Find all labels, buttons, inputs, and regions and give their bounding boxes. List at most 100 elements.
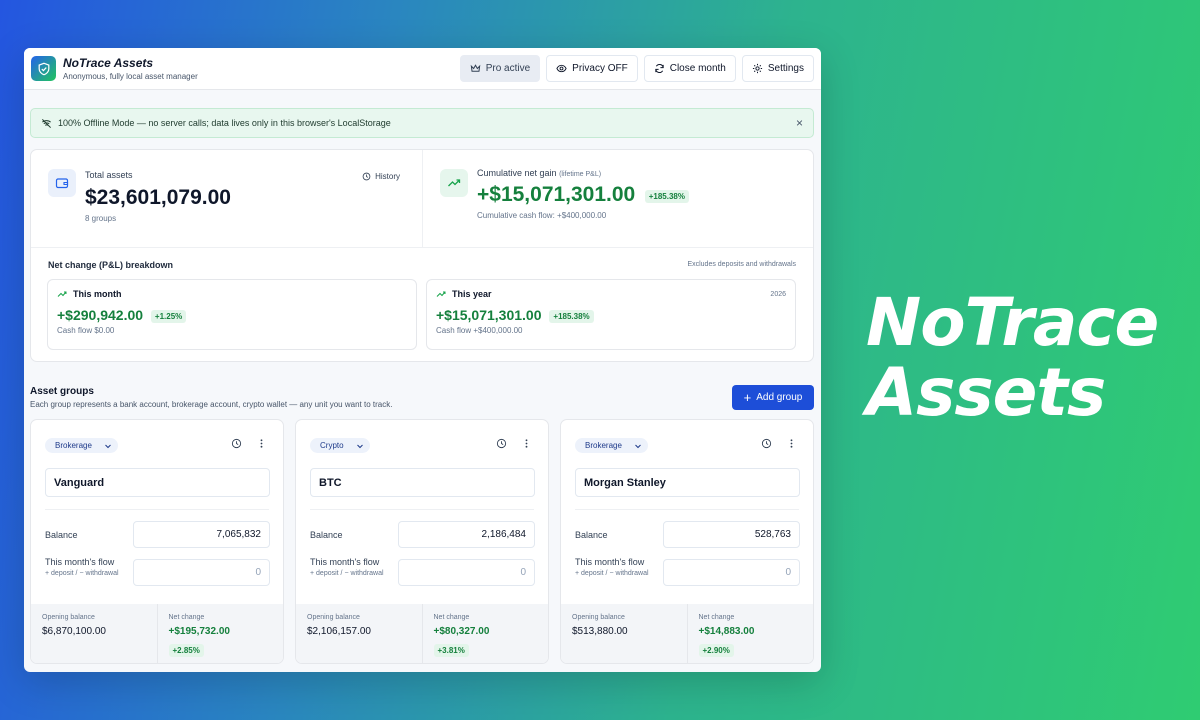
flow-hint: + deposit / − withdrawal — [45, 570, 119, 577]
this-year-label: This year — [452, 289, 492, 299]
this-year-percent-badge: +185.38% — [549, 309, 594, 323]
cumulative-cash-flow: Cumulative cash flow: +$400,000.00 — [477, 211, 607, 220]
balance-label: Balance — [575, 530, 608, 540]
group-type-value: Crypto — [320, 441, 344, 450]
flow-label: This month's flow — [45, 557, 115, 567]
total-assets-value: $23,601,079.00 — [85, 186, 231, 209]
app-window: NoTrace Assets Anonymous, fully local as… — [24, 48, 821, 672]
settings-button[interactable]: Settings — [741, 55, 814, 82]
asset-groups-subtitle: Each group represents a bank account, br… — [30, 400, 393, 409]
opening-balance-value: $513,880.00 — [572, 626, 628, 637]
history-icon[interactable] — [496, 438, 507, 449]
history-link[interactable]: History — [362, 172, 400, 181]
flow-label: This month's flow — [575, 557, 645, 567]
opening-balance-label: Opening balance — [572, 614, 625, 621]
this-month-card: This month +$290,942.00 +1.25% Cash flow… — [47, 279, 417, 350]
eye-icon — [556, 64, 567, 73]
net-change-value: +$14,883.00 — [698, 626, 755, 637]
group-type-value: Brokerage — [55, 441, 92, 450]
asset-group-card: Brokerage Vanguard Balance 7,065,832 Thi… — [30, 419, 284, 664]
history-icon[interactable] — [231, 438, 242, 449]
add-group-label: Add group — [756, 392, 803, 403]
wallet-icon — [48, 169, 76, 197]
group-type-value: Brokerage — [585, 441, 622, 450]
net-change-label: Net change — [698, 614, 735, 621]
summary-card: Total assets $23,601,079.00 8 groups His… — [30, 149, 814, 362]
chevron-down-icon — [635, 444, 641, 448]
more-options-icon[interactable] — [256, 438, 267, 449]
refresh-icon — [655, 64, 664, 73]
pro-status-button[interactable]: Pro active — [459, 55, 541, 82]
this-year-card: This year 2026 +$15,071,301.00 +185.38% … — [426, 279, 796, 350]
app-header: NoTrace Assets Anonymous, fully local as… — [24, 48, 821, 90]
privacy-toggle-button[interactable]: Privacy OFF — [546, 55, 638, 82]
asset-groups-title: Asset groups — [30, 386, 94, 397]
opening-balance-label: Opening balance — [42, 614, 95, 621]
year-label: 2026 — [770, 291, 786, 298]
balance-label: Balance — [310, 530, 343, 540]
balance-input[interactable]: 2,186,484 — [398, 521, 535, 548]
history-icon[interactable] — [761, 438, 772, 449]
plus-icon: + — [743, 390, 752, 405]
net-change-percent-badge: +3.81% — [433, 644, 469, 658]
flow-input[interactable]: 0 — [398, 559, 535, 586]
flow-hint: + deposit / − withdrawal — [575, 570, 649, 577]
app-tagline: Anonymous, fully local asset manager — [63, 72, 198, 81]
shield-logo-icon — [31, 56, 56, 81]
gear-icon — [752, 63, 762, 74]
balance-input[interactable]: 528,763 — [663, 521, 800, 548]
group-name-input[interactable]: BTC — [310, 468, 535, 497]
close-month-label: Close month — [669, 63, 726, 74]
pro-status-label: Pro active — [485, 63, 531, 74]
chevron-down-icon — [105, 444, 111, 448]
breakdown-note: Excludes deposits and withdrawals — [687, 261, 796, 268]
opening-balance-value: $6,870,100.00 — [42, 626, 106, 637]
banner-close-icon[interactable]: × — [796, 116, 803, 130]
more-options-icon[interactable] — [786, 438, 797, 449]
net-change-percent-badge: +2.85% — [168, 644, 204, 658]
app-name: NoTrace Assets — [63, 56, 154, 70]
net-change-value: +$80,327.00 — [433, 626, 490, 637]
offline-banner: 100% Offline Mode — no server calls; dat… — [30, 108, 814, 138]
breakdown-title: Net change (P&L) breakdown — [48, 260, 174, 270]
more-options-icon[interactable] — [521, 438, 532, 449]
group-type-select[interactable]: Crypto — [310, 438, 370, 453]
net-gain-label: Cumulative net gain — [477, 168, 557, 178]
wifi-off-icon — [42, 118, 51, 128]
asset-group-card: Brokerage Morgan Stanley Balance 528,763… — [560, 419, 814, 664]
this-year-value: +$15,071,301.00 — [436, 307, 542, 323]
hero-title-line2: Assets — [866, 354, 1106, 431]
group-name-input[interactable]: Morgan Stanley — [575, 468, 800, 497]
flow-input[interactable]: 0 — [663, 559, 800, 586]
trending-up-icon — [436, 291, 446, 297]
net-gain-value: +$15,071,301.00 — [477, 183, 636, 206]
balance-label: Balance — [45, 530, 78, 540]
net-change-label: Net change — [433, 614, 470, 621]
group-type-select[interactable]: Brokerage — [45, 438, 118, 453]
add-group-button[interactable]: + Add group — [732, 385, 814, 410]
close-month-button[interactable]: Close month — [643, 55, 736, 82]
hero-title-line1: NoTrace — [866, 284, 1159, 361]
this-month-label: This month — [73, 289, 122, 299]
chevron-down-icon — [356, 444, 363, 448]
net-change-percent-badge: +2.90% — [698, 644, 734, 658]
balance-input[interactable]: 7,065,832 — [133, 521, 270, 548]
this-month-value: +$290,942.00 — [57, 307, 144, 323]
asset-group-card: Crypto BTC Balance 2,186,484 This month'… — [295, 419, 549, 664]
privacy-label: Privacy OFF — [572, 63, 628, 74]
trending-up-icon — [57, 291, 67, 297]
trending-up-icon — [440, 169, 468, 197]
this-month-cash-flow: Cash flow $0.00 — [57, 326, 115, 335]
groups-count: 8 groups — [85, 214, 117, 223]
history-icon — [362, 172, 371, 181]
opening-balance-value: $2,106,157.00 — [307, 626, 371, 637]
net-gain-percent-badge: +185.38% — [644, 190, 689, 204]
group-name-input[interactable]: Vanguard — [45, 468, 270, 497]
offline-banner-text: 100% Offline Mode — no server calls; dat… — [58, 118, 391, 128]
flow-hint: + deposit / − withdrawal — [310, 570, 384, 577]
flow-input[interactable]: 0 — [133, 559, 270, 586]
settings-label: Settings — [767, 63, 804, 74]
group-type-select[interactable]: Brokerage — [575, 438, 648, 453]
this-year-cash-flow: Cash flow +$400,000.00 — [436, 326, 523, 335]
net-change-label: Net change — [168, 614, 205, 621]
